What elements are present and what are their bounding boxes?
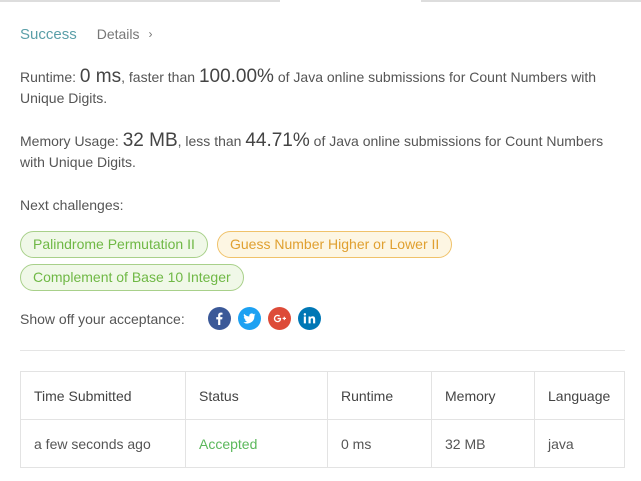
runtime-label: Runtime: (20, 69, 80, 85)
table-row: a few seconds ago Accepted 0 ms 32 MB ja… (20, 419, 625, 468)
column-header-time-submitted: Time Submitted (20, 371, 186, 420)
tab-bar-underline (0, 0, 641, 3)
details-link[interactable]: Details › (97, 26, 153, 42)
next-challenges-label: Next challenges: (20, 197, 124, 213)
cell-runtime: 0 ms (327, 419, 432, 468)
runtime-summary: Runtime: 0 ms, faster than 100.00% of Ja… (20, 66, 620, 109)
column-header-language: Language (534, 371, 625, 420)
runtime-value: 0 ms (79, 66, 122, 87)
details-label: Details (96, 26, 140, 42)
cell-language: java (534, 419, 625, 468)
table-header-row: Time Submitted Status Runtime Memory Lan… (20, 371, 625, 420)
result-status: Success (20, 26, 77, 43)
memory-label: Memory Usage: (20, 133, 123, 149)
runtime-percentile: 100.00% (198, 66, 274, 87)
submissions-table: Time Submitted Status Runtime Memory Lan… (20, 371, 625, 468)
challenge-chip-complement-of-base-10-integer[interactable]: Complement of Base 10 Integer (20, 264, 244, 291)
cell-status-accepted-link[interactable]: Accepted (185, 419, 328, 468)
tab-underline-right (421, 0, 641, 2)
facebook-icon[interactable] (208, 307, 231, 330)
google-plus-icon[interactable] (268, 307, 291, 330)
section-divider (20, 350, 625, 351)
tab-underline-left (0, 0, 280, 2)
submission-status-row: Success Details › (20, 26, 153, 43)
challenge-chip-palindrome-permutation-ii[interactable]: Palindrome Permutation II (20, 231, 208, 258)
memory-summary: Memory Usage: 32 MB, less than 44.71% of… (20, 130, 620, 173)
memory-less-than-label: , less than (177, 133, 246, 149)
column-header-memory: Memory (431, 371, 535, 420)
cell-time-submitted: a few seconds ago (20, 419, 186, 468)
memory-percentile: 44.71% (245, 130, 310, 151)
memory-value: 32 MB (122, 130, 178, 151)
chevron-right-icon: › (148, 27, 153, 41)
twitter-icon[interactable] (238, 307, 261, 330)
cell-memory: 32 MB (431, 419, 535, 468)
column-header-runtime: Runtime (327, 371, 432, 420)
linkedin-icon[interactable] (298, 307, 321, 330)
share-label: Show off your acceptance: (20, 310, 185, 327)
share-row: Show off your acceptance: (20, 307, 328, 330)
runtime-faster-than-label: , faster than (121, 69, 199, 85)
column-header-status: Status (185, 371, 328, 420)
challenge-chip-guess-number-higher-or-lower-ii[interactable]: Guess Number Higher or Lower II (217, 231, 453, 258)
